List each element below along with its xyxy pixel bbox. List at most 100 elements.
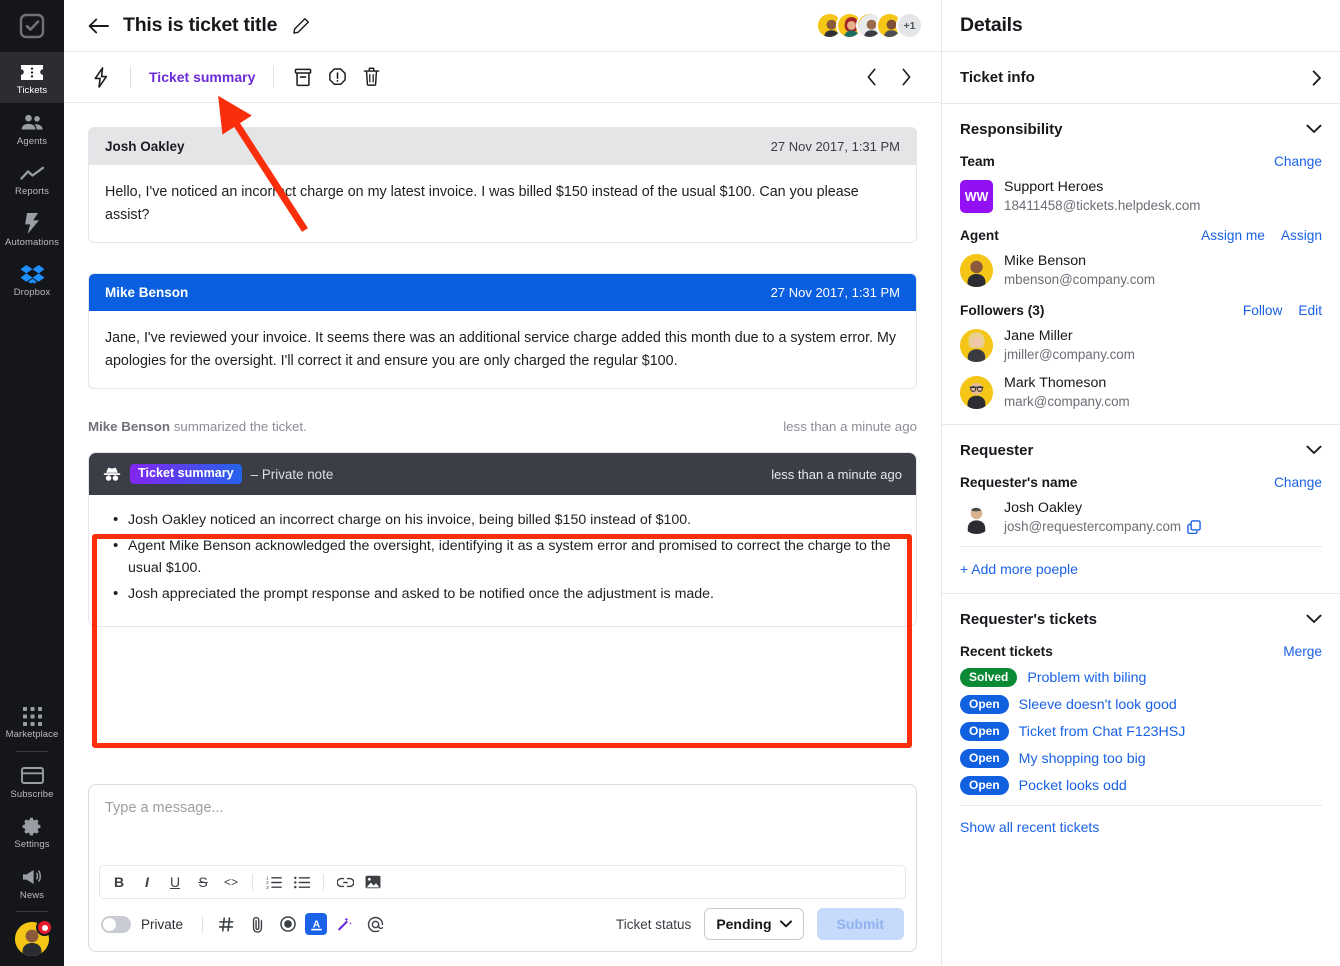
hashtag-icon[interactable] bbox=[212, 911, 240, 937]
code-icon[interactable]: <> bbox=[218, 869, 244, 895]
assign-link[interactable]: Assign bbox=[1281, 228, 1322, 243]
system-event-time: less than a minute ago bbox=[783, 419, 917, 435]
pencil-icon[interactable] bbox=[293, 17, 310, 34]
requester-email: josh@requestercompany.com bbox=[1004, 519, 1182, 535]
bulleted-list-icon[interactable] bbox=[289, 869, 315, 895]
agent-name: Mike Benson bbox=[1004, 253, 1087, 270]
list-item[interactable]: Open Pocket looks odd bbox=[960, 776, 1322, 796]
chevron-right-icon bbox=[1312, 69, 1322, 86]
underline-icon[interactable]: U bbox=[162, 869, 188, 895]
edit-followers-link[interactable]: Edit bbox=[1298, 303, 1322, 318]
follow-link[interactable]: Follow bbox=[1243, 303, 1283, 318]
avatar[interactable] bbox=[15, 919, 53, 956]
requester-entry: Josh Oakley josh@requestercompany.com bbox=[960, 499, 1322, 536]
list-item[interactable]: Solved Problem with biling bbox=[960, 668, 1322, 688]
sidebar-item-agents[interactable]: Agents bbox=[0, 103, 64, 154]
link-icon[interactable] bbox=[332, 869, 358, 895]
paperclip-icon[interactable] bbox=[243, 911, 271, 937]
mention-at-icon[interactable] bbox=[361, 911, 389, 937]
grid-icon bbox=[0, 705, 64, 727]
toolbar-divider bbox=[130, 66, 131, 88]
sidebar-item-tickets[interactable]: Tickets bbox=[0, 52, 64, 103]
sidebar-item-reports[interactable]: Reports bbox=[0, 153, 64, 204]
copy-icon[interactable] bbox=[1187, 520, 1201, 535]
italic-icon[interactable]: I bbox=[134, 869, 160, 895]
assign-me-link[interactable]: Assign me bbox=[1201, 228, 1265, 243]
ticket-link[interactable]: My shopping too big bbox=[1019, 751, 1146, 767]
team-change-link[interactable]: Change bbox=[1274, 154, 1322, 169]
formatting-divider bbox=[252, 873, 253, 891]
sidebar-item-automations[interactable]: Automations bbox=[0, 204, 64, 255]
private-toggle[interactable] bbox=[101, 915, 131, 933]
team-name: Support Heroes bbox=[1004, 179, 1104, 195]
app-root: Tickets Agents Reports Automations Dropb… bbox=[0, 0, 1340, 966]
ticket-link[interactable]: Problem with biling bbox=[1027, 670, 1146, 686]
sidebar-item-marketplace[interactable]: Marketplace bbox=[0, 696, 64, 747]
status-badge: Open bbox=[960, 749, 1009, 769]
agent-label: Agent bbox=[960, 228, 999, 244]
list-item[interactable]: Open Ticket from Chat F123HSJ bbox=[960, 722, 1322, 742]
submit-button[interactable]: Submit bbox=[816, 908, 904, 940]
requester-label: Requester bbox=[960, 441, 1034, 459]
agent-label-row: Agent Assign me Assign bbox=[960, 228, 1322, 243]
magic-wand-icon[interactable] bbox=[330, 911, 358, 937]
chevron-left-icon bbox=[867, 68, 876, 86]
followers-label: Followers (3) bbox=[960, 302, 1045, 318]
show-all-recent-tickets-link[interactable]: Show all recent tickets bbox=[960, 806, 1322, 835]
avatar-overflow-count[interactable]: +1 bbox=[896, 12, 923, 39]
sidebar-item-news[interactable]: News bbox=[0, 857, 64, 908]
requester-tickets-header[interactable]: Requester's tickets bbox=[960, 594, 1322, 644]
page-title: This is ticket title bbox=[123, 14, 278, 36]
image-icon[interactable] bbox=[360, 869, 386, 895]
bold-icon[interactable]: B bbox=[106, 869, 132, 895]
ticket-icon bbox=[0, 61, 64, 83]
ticket-status-select[interactable]: Pending bbox=[704, 908, 804, 940]
notification-badge bbox=[36, 919, 53, 936]
requester-change-link[interactable]: Change bbox=[1274, 475, 1322, 490]
responsibility-header[interactable]: Responsibility bbox=[960, 104, 1322, 154]
list-item[interactable]: Open My shopping too big bbox=[960, 749, 1322, 769]
status-badge: Solved bbox=[960, 668, 1018, 688]
ticket-info-row[interactable]: Ticket info bbox=[942, 52, 1340, 104]
trash-icon[interactable] bbox=[354, 60, 388, 94]
message-agent: Mike Benson 27 Nov 2017, 1:31 PM Jane, I… bbox=[88, 273, 917, 390]
text-color-icon[interactable]: A bbox=[305, 913, 328, 935]
message-body: Jane, I've reviewed your invoice. It see… bbox=[105, 330, 897, 369]
list-item[interactable]: Open Sleeve doesn't look good bbox=[960, 695, 1322, 715]
ticket-status-label: Ticket status bbox=[616, 916, 692, 932]
strikethrough-icon[interactable]: S bbox=[190, 869, 216, 895]
ordered-list-icon[interactable]: 123 bbox=[261, 869, 287, 895]
add-more-people-link[interactable]: + Add more poeple bbox=[960, 547, 1322, 593]
chevron-down-icon bbox=[779, 920, 792, 928]
alert-octagon-icon[interactable] bbox=[320, 60, 354, 94]
system-event-row: Mike Benson summarized the ticket. less … bbox=[88, 419, 917, 434]
back-button[interactable] bbox=[88, 18, 109, 34]
lightning-bolt-icon[interactable] bbox=[84, 60, 118, 94]
sidebar-item-label: Agents bbox=[16, 135, 48, 147]
record-icon[interactable] bbox=[274, 911, 302, 937]
system-event-actor: Mike Benson bbox=[88, 419, 171, 435]
team-email: 18411458@tickets.helpdesk.com bbox=[1004, 198, 1201, 214]
sidebar-item-settings[interactable]: Settings bbox=[0, 806, 64, 857]
prev-ticket-button[interactable] bbox=[855, 60, 889, 94]
message-input[interactable]: Type a message... bbox=[89, 785, 916, 865]
app-logo[interactable] bbox=[0, 0, 64, 52]
requester-header[interactable]: Requester bbox=[960, 425, 1322, 475]
rail-divider bbox=[16, 750, 48, 752]
requester-email-row: josh@requestercompany.com bbox=[1004, 518, 1201, 536]
ticket-link[interactable]: Sleeve doesn't look good bbox=[1019, 697, 1177, 713]
agents-icon bbox=[0, 112, 64, 134]
next-ticket-button[interactable] bbox=[889, 60, 923, 94]
list-item: Josh Oakley noticed an incorrect charge … bbox=[107, 508, 898, 532]
message-author: Mike Benson bbox=[105, 285, 189, 301]
ticket-link[interactable]: Ticket from Chat F123HSJ bbox=[1019, 724, 1186, 740]
ticket-summary-button[interactable]: Ticket summary bbox=[143, 69, 261, 85]
sidebar-item-subscribe[interactable]: Subscribe bbox=[0, 756, 64, 807]
sidebar-item-dropbox[interactable]: Dropbox bbox=[0, 254, 64, 305]
dropbox-icon bbox=[0, 263, 64, 285]
avatar bbox=[960, 501, 993, 535]
participants-avatars[interactable]: +1 bbox=[816, 12, 923, 39]
archive-icon[interactable] bbox=[286, 60, 320, 94]
merge-link[interactable]: Merge bbox=[1283, 644, 1322, 659]
ticket-link[interactable]: Pocket looks odd bbox=[1019, 778, 1127, 794]
